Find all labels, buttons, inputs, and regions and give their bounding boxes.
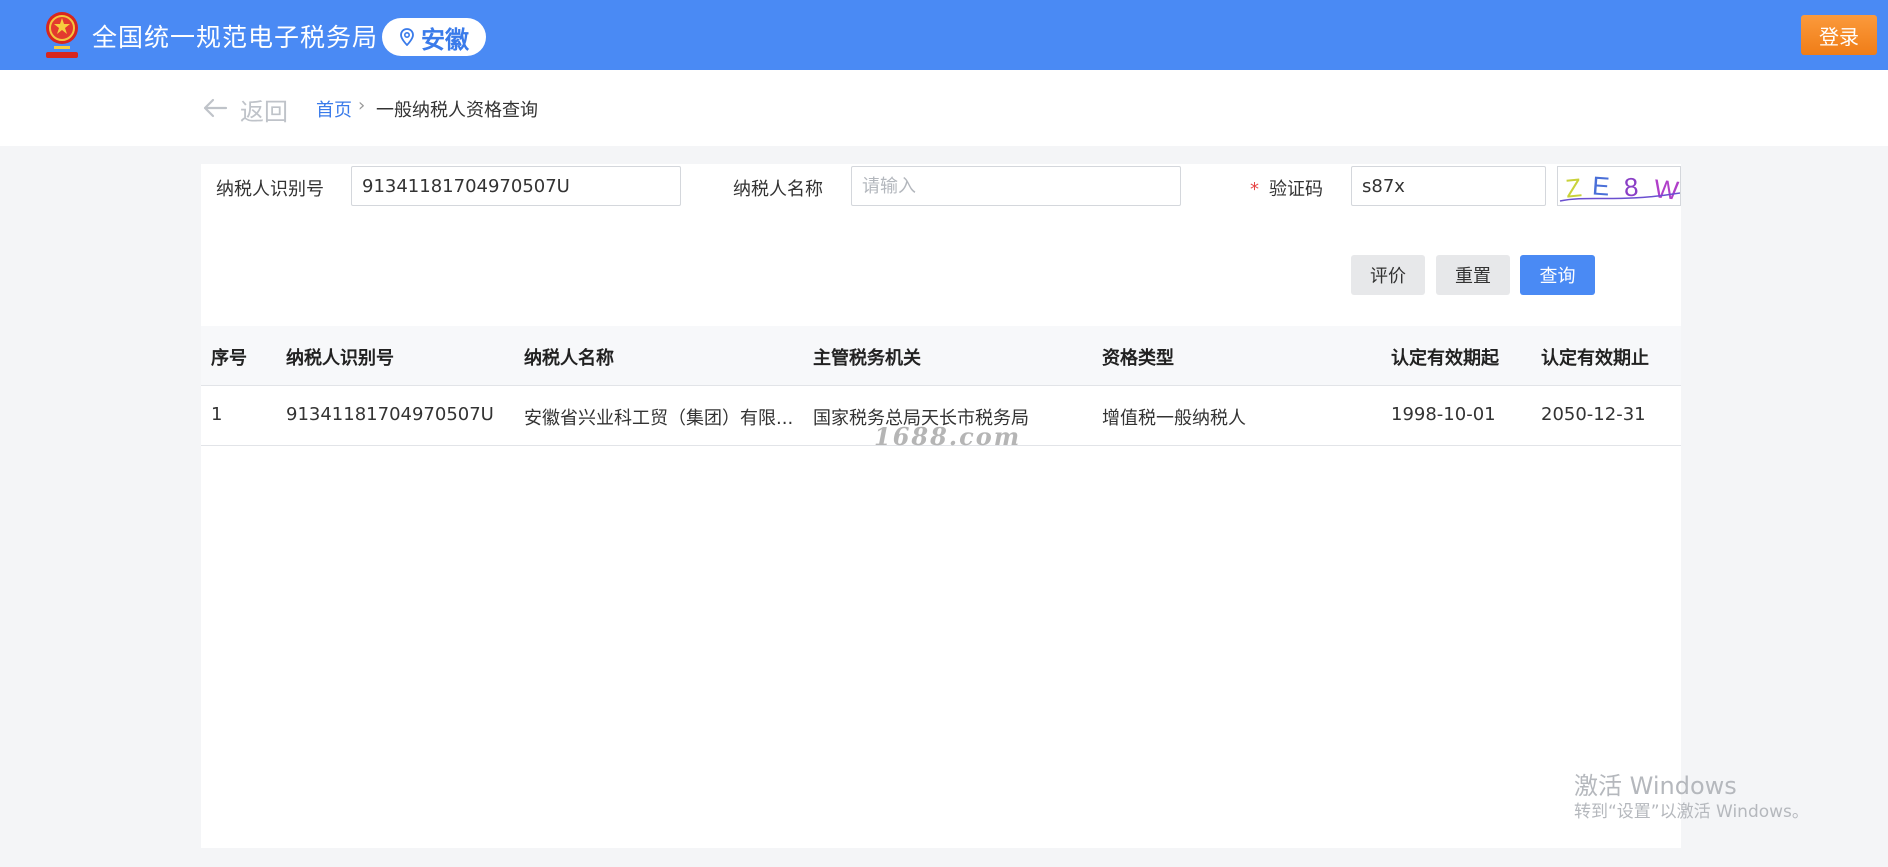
evaluate-button[interactable]: 评价 [1351,255,1425,295]
column-header-tax-authority: 主管税务机关 [813,348,921,369]
region-label: 安徽 [421,25,469,54]
windows-activation-title: 激活 Windows [1574,772,1737,800]
login-button[interactable]: 登录 [1801,15,1877,55]
column-header-valid-to: 认定有效期止 [1541,348,1649,369]
column-header-valid-from: 认定有效期起 [1391,348,1499,369]
location-pin-icon [400,28,414,46]
taxpayer-id-label: 纳税人识别号 [216,179,324,200]
breadcrumb-separator: › [358,95,366,116]
captcha-label: * 验证码 [1250,175,1323,201]
captcha-char-2: E [1591,170,1610,201]
cell-valid-to: 2050-12-31 [1541,404,1646,425]
taxpayer-name-label: 纳税人名称 [733,179,823,200]
back-button[interactable]: 返回 [240,92,288,127]
cell-valid-from: 1998-10-01 [1391,404,1496,425]
captcha-label-text: 验证码 [1269,179,1323,200]
breadcrumb-home-link[interactable]: 首页 [316,96,352,122]
national-emblem-icon [46,12,78,58]
column-header-taxpayer-id: 纳税人识别号 [286,348,394,369]
site-title: 全国统一规范电子税务局 [92,23,379,52]
taxpayer-id-input[interactable] [351,166,681,206]
cell-index: 1 [211,404,223,425]
reset-button[interactable]: 重置 [1436,255,1510,295]
breadcrumb-current-page: 一般纳税人资格查询 [376,100,538,121]
cell-taxpayer-name: 安徽省兴业科工贸（集团）有限... [524,408,794,429]
column-header-index: 序号 [211,348,247,369]
column-header-taxpayer-name: 纳税人名称 [524,348,614,369]
captcha-char-4: W [1653,173,1681,205]
windows-activation-subtitle: 转到“设置”以激活 Windows。 [1574,802,1809,822]
captcha-image[interactable]: Z E 8 W [1557,166,1681,206]
captcha-graphic: Z E 8 W [1559,170,1681,205]
cell-taxpayer-id: 91341181704970507U [286,404,494,425]
query-button[interactable]: 查询 [1520,255,1595,295]
cell-qualification-type: 增值税一般纳税人 [1102,408,1246,429]
region-selector[interactable]: 安徽 [382,18,486,56]
taxpayer-name-input[interactable] [851,166,1181,206]
required-mark: * [1250,179,1259,200]
captcha-input[interactable] [1351,166,1546,206]
column-header-qualification-type: 资格类型 [1102,348,1174,369]
back-arrow-icon[interactable] [202,96,228,120]
source-watermark: 1688.com [874,422,1022,451]
table-header: 序号 纳税人识别号 纳税人名称 主管税务机关 资格类型 认定有效期起 认定有效期… [201,326,1681,386]
